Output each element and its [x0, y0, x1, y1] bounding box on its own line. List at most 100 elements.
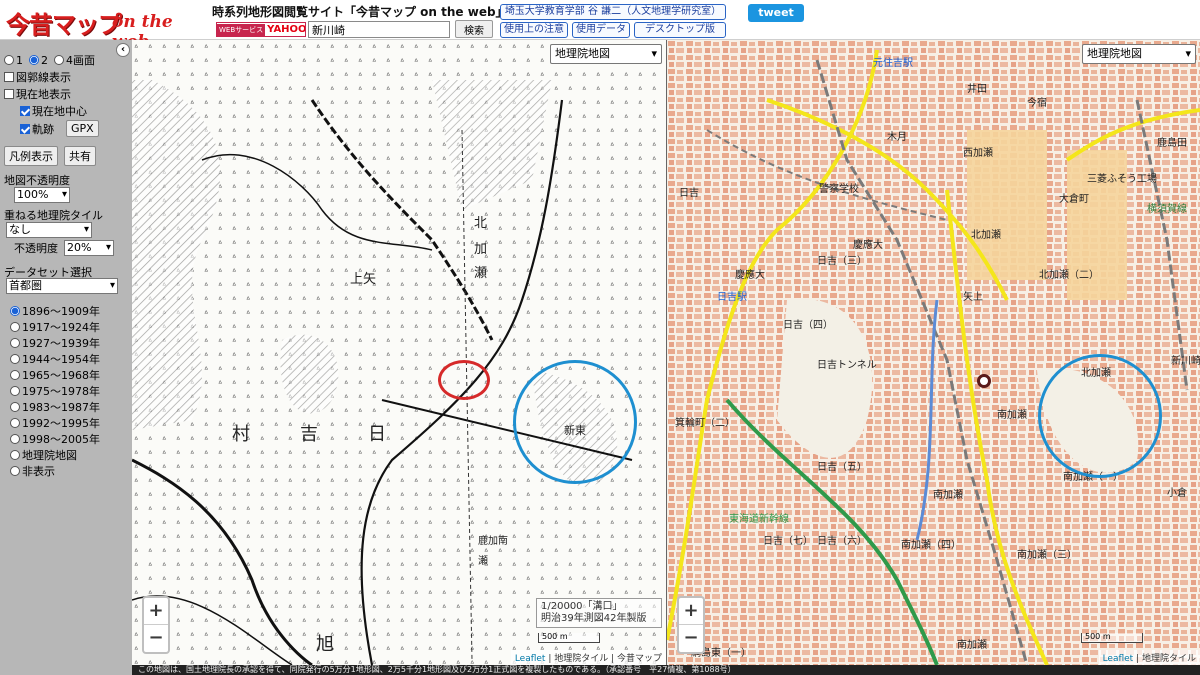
- screen-radio-2[interactable]: [29, 55, 39, 65]
- track-checkbox-row[interactable]: 軌跡 GPX: [20, 120, 99, 137]
- period-option[interactable]: 地理院地図: [10, 447, 77, 463]
- period-radio[interactable]: [10, 338, 20, 348]
- map-label: 慶應大: [735, 270, 765, 281]
- search-button[interactable]: 検索: [455, 20, 493, 38]
- share-button[interactable]: 共有: [64, 146, 96, 166]
- overlay-tile-select[interactable]: なし: [6, 222, 92, 238]
- left-zoom-out-button[interactable]: −: [144, 625, 168, 652]
- right-scale-bar: 500 m: [1081, 633, 1143, 643]
- period-radio[interactable]: [10, 466, 20, 476]
- usage-notes-link[interactable]: 使用上の注意: [500, 22, 568, 38]
- screen-radio-1[interactable]: [4, 55, 14, 65]
- screen-option-label: 2: [41, 53, 48, 67]
- leaflet-link[interactable]: Leaflet: [1103, 654, 1134, 664]
- map-label: 日吉: [679, 188, 699, 199]
- attribution-text[interactable]: | 地理院タイル: [1136, 654, 1196, 664]
- map-label: 日: [368, 424, 386, 445]
- period-option[interactable]: 1896～1909年: [10, 303, 100, 319]
- period-radio[interactable]: [10, 370, 20, 380]
- map-label: 日吉（六）: [817, 536, 867, 547]
- legend-button[interactable]: 凡例表示: [4, 146, 58, 166]
- modern-map[interactable]: 元住吉駅 木月 井田 今宿 西加瀬 三菱ふそう工場 大倉町 警察学校 慶應大 日…: [667, 40, 1200, 665]
- grid-lines-checkbox[interactable]: [4, 72, 14, 82]
- period-radio[interactable]: [10, 402, 20, 412]
- attribution-text[interactable]: | 地理院タイル | 今昔マップ: [548, 654, 662, 664]
- overlay-opacity-select[interactable]: 20%: [64, 240, 114, 256]
- track-checkbox[interactable]: [20, 123, 30, 134]
- map-label: 南加瀬: [933, 490, 963, 501]
- map-label: 木月: [887, 132, 907, 143]
- period-radio[interactable]: [10, 434, 20, 444]
- overlay-tile-row: なし: [6, 222, 92, 238]
- map-label: 日吉（四）: [783, 320, 833, 331]
- copyright-footer: この地図は、国土地理院長の承認を得て、同院発行の5万分1地形図、2万5千分1地形…: [132, 665, 1200, 675]
- left-zoom-in-button[interactable]: +: [144, 598, 168, 625]
- map-label: 上矢: [350, 272, 377, 287]
- yahoo-webservice-badge[interactable]: WEBサービスYAHOO!: [216, 22, 306, 37]
- left-layer-select[interactable]: 地理院地図: [550, 44, 662, 64]
- desktop-version-link[interactable]: デスクトップ版: [634, 22, 726, 38]
- map-label: 西加瀬: [963, 148, 993, 159]
- blue-circle-marker: [1038, 354, 1162, 478]
- map-label: 瀬: [474, 266, 488, 281]
- period-option[interactable]: 1917～1924年: [10, 319, 100, 335]
- screen-radio-4[interactable]: [54, 55, 64, 65]
- logo-main-text: 今昔マップ: [6, 11, 122, 39]
- leaflet-link[interactable]: Leaflet: [515, 654, 546, 664]
- search-input[interactable]: [308, 21, 450, 38]
- map-label: 村: [232, 424, 250, 445]
- period-radio[interactable]: [10, 306, 20, 316]
- show-location-checkbox-row[interactable]: 現在地表示: [4, 86, 71, 102]
- dataset-select[interactable]: 首都圏: [6, 278, 118, 294]
- period-radio[interactable]: [10, 418, 20, 428]
- map-opacity-select[interactable]: 100%: [14, 187, 70, 203]
- author-link[interactable]: 埼玉大学教育学部 谷 謙二（人文地理学研究室）: [500, 4, 726, 20]
- map-label: 旭: [316, 634, 334, 655]
- period-label: 1944～1954年: [22, 353, 100, 366]
- screen-option-label: 1: [16, 53, 23, 67]
- used-data-link[interactable]: 使用データ: [572, 22, 630, 38]
- map-label: 鹿島田: [1157, 138, 1187, 149]
- map-label: 日吉（七）: [763, 536, 813, 547]
- left-zoom-control: + −: [142, 596, 170, 654]
- period-radio[interactable]: [10, 386, 20, 396]
- yahoo-badge-label: WEBサービス: [217, 24, 266, 36]
- right-layer-select[interactable]: 地理院地図: [1082, 44, 1196, 64]
- gpx-button[interactable]: GPX: [66, 120, 99, 137]
- period-label: 1992～1995年: [22, 417, 100, 430]
- period-label: 1983～1987年: [22, 401, 100, 414]
- grid-lines-checkbox-row[interactable]: 図郭線表示: [4, 69, 71, 85]
- period-radio[interactable]: [10, 322, 20, 332]
- period-option[interactable]: 1975～1978年: [10, 383, 100, 399]
- collapse-sidebar-button[interactable]: ‹: [116, 43, 130, 57]
- site-logo[interactable]: 今昔マップ on the web: [2, 2, 208, 52]
- period-option[interactable]: 1927～1939年: [10, 335, 100, 351]
- overlay-opacity-row: 不透明度 20%: [14, 240, 114, 256]
- tweet-button[interactable]: tweet: [748, 4, 804, 22]
- map-label: 日吉（三）: [817, 256, 867, 267]
- period-label: 1975～1978年: [22, 385, 100, 398]
- center-location-checkbox[interactable]: [20, 106, 30, 116]
- center-location-checkbox-row[interactable]: 現在地中心: [20, 103, 87, 119]
- period-option[interactable]: 1944～1954年: [10, 351, 100, 367]
- period-option[interactable]: 1965～1968年: [10, 367, 100, 383]
- period-radio[interactable]: [10, 354, 20, 364]
- period-label: 地理院地図: [22, 449, 77, 462]
- period-radio[interactable]: [10, 450, 20, 460]
- period-option[interactable]: 1998～2005年: [10, 431, 100, 447]
- period-label: 1927～1939年: [22, 337, 100, 350]
- period-option[interactable]: 非表示: [10, 463, 55, 479]
- map-sheet-info: 1/20000「溝口」 明治39年測図42年製版: [536, 598, 662, 628]
- map-label: 北加瀬: [971, 230, 1001, 241]
- current-location-marker[interactable]: [977, 374, 991, 388]
- right-zoom-out-button[interactable]: −: [679, 625, 703, 652]
- historical-map[interactable]: ᐞ 北 加 瀬 村 吉 日 上矢 新東 旭 鹿加南 瀬 地理院地図 + − 1/: [132, 40, 666, 665]
- right-zoom-in-button[interactable]: +: [679, 598, 703, 625]
- map-label: 瀬: [478, 556, 488, 567]
- map-label: 小倉: [1167, 488, 1187, 499]
- period-option[interactable]: 1992～1995年: [10, 415, 100, 431]
- show-location-checkbox[interactable]: [4, 89, 14, 99]
- period-option[interactable]: 1983～1987年: [10, 399, 100, 415]
- map-sheet-date: 明治39年測図42年製版: [541, 613, 647, 624]
- map-label: 井田: [967, 84, 987, 95]
